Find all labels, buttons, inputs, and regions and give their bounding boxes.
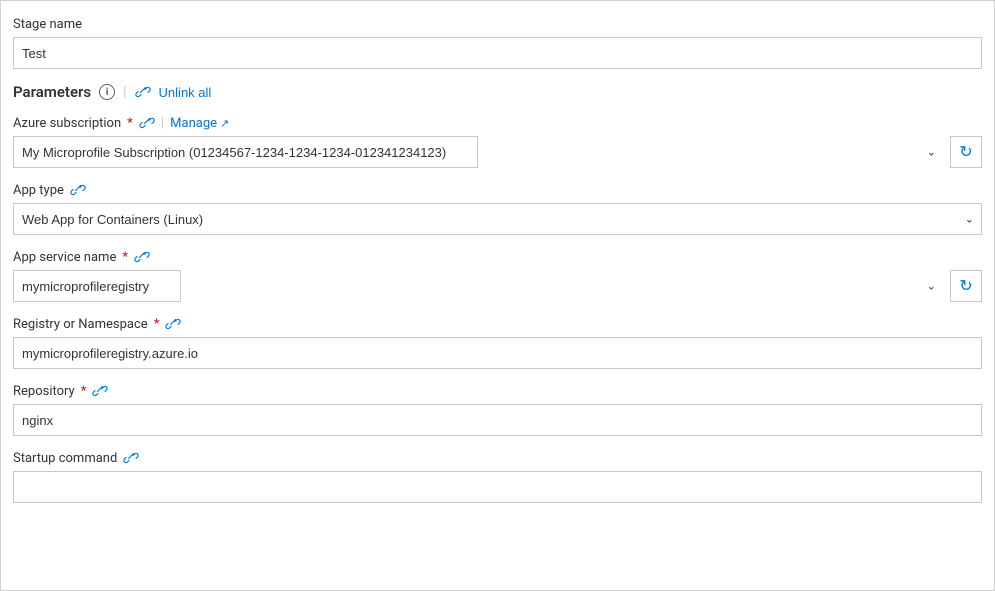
startup-command-link-icon[interactable] — [123, 450, 139, 466]
app-type-label-row: App type — [13, 182, 982, 198]
stage-name-label-row: Stage name — [13, 17, 982, 32]
external-link-icon: ↗ — [220, 117, 229, 130]
app-service-name-select[interactable]: mymicroprofileregistry — [13, 270, 181, 302]
registry-namespace-label-row: Registry or Namespace * — [13, 316, 982, 332]
unlink-all-button[interactable]: Unlink all — [159, 85, 212, 100]
repository-label: Repository — [13, 384, 75, 399]
registry-namespace-field: Registry or Namespace * — [13, 316, 982, 369]
app-type-field: App type Web App for Containers (Linux) … — [13, 182, 982, 235]
registry-namespace-link-icon[interactable] — [165, 316, 181, 332]
registry-namespace-required: * — [154, 317, 160, 332]
app-type-select[interactable]: Web App for Containers (Linux) — [13, 203, 982, 235]
parameters-header: Parameters i | Unlink all — [13, 83, 982, 101]
app-type-link-icon[interactable] — [70, 182, 86, 198]
refresh-icon: ↻ — [959, 142, 972, 162]
registry-namespace-input[interactable] — [13, 337, 982, 369]
stage-name-label: Stage name — [13, 17, 82, 32]
azure-subscription-label-row: Azure subscription * | Manage ↗ — [13, 115, 982, 131]
azure-subscription-required: * — [127, 116, 133, 131]
azure-subscription-dropdown-container: My Microprofile Subscription (01234567-1… — [13, 136, 944, 168]
azure-subscription-label: Azure subscription — [13, 116, 121, 131]
main-container: Stage name Parameters i | Unlink all Azu… — [0, 0, 995, 591]
app-type-dropdown-container: Web App for Containers (Linux) ⌄ — [13, 203, 982, 235]
app-service-name-required: * — [122, 250, 128, 265]
separator-1: | — [123, 84, 126, 100]
stage-name-input[interactable] — [13, 37, 982, 69]
refresh-icon-2: ↻ — [959, 276, 972, 296]
app-type-label: App type — [13, 183, 64, 198]
repository-required: * — [81, 384, 87, 399]
repository-link-icon[interactable] — [92, 383, 108, 399]
stage-name-field: Stage name — [13, 17, 982, 69]
startup-command-input[interactable] — [13, 471, 982, 503]
app-service-name-refresh-button[interactable]: ↻ — [950, 270, 982, 302]
parameters-title: Parameters — [13, 83, 91, 101]
app-service-name-dropdown-container: mymicroprofileregistry ⌄ — [13, 270, 944, 302]
startup-command-label: Startup command — [13, 451, 117, 466]
azure-subscription-select[interactable]: My Microprofile Subscription (01234567-1… — [13, 136, 478, 168]
startup-command-label-row: Startup command — [13, 450, 982, 466]
azure-subscription-field: Azure subscription * | Manage ↗ My Micro… — [13, 115, 982, 168]
startup-command-field: Startup command — [13, 450, 982, 503]
manage-link[interactable]: Manage ↗ — [170, 116, 229, 131]
app-service-name-label: App service name — [13, 250, 116, 265]
repository-label-row: Repository * — [13, 383, 982, 399]
azure-subscription-link-icon[interactable] — [139, 115, 155, 131]
parameters-info-icon[interactable]: i — [99, 84, 115, 100]
app-service-name-field: App service name * mymicroprofileregistr… — [13, 249, 982, 302]
azure-subscription-dropdown-wrapper: My Microprofile Subscription (01234567-1… — [13, 136, 982, 168]
separator-2: | — [161, 115, 164, 131]
azure-subscription-chevron-icon: ⌄ — [927, 146, 936, 159]
app-service-name-chevron-icon: ⌄ — [927, 280, 936, 293]
app-service-name-label-row: App service name * — [13, 249, 982, 265]
unlink-all-icon[interactable] — [135, 84, 151, 100]
app-service-name-link-icon[interactable] — [134, 249, 150, 265]
azure-subscription-refresh-button[interactable]: ↻ — [950, 136, 982, 168]
registry-namespace-label: Registry or Namespace — [13, 317, 148, 332]
app-service-name-dropdown-wrapper: mymicroprofileregistry ⌄ ↻ — [13, 270, 982, 302]
repository-field: Repository * — [13, 383, 982, 436]
repository-input[interactable] — [13, 404, 982, 436]
